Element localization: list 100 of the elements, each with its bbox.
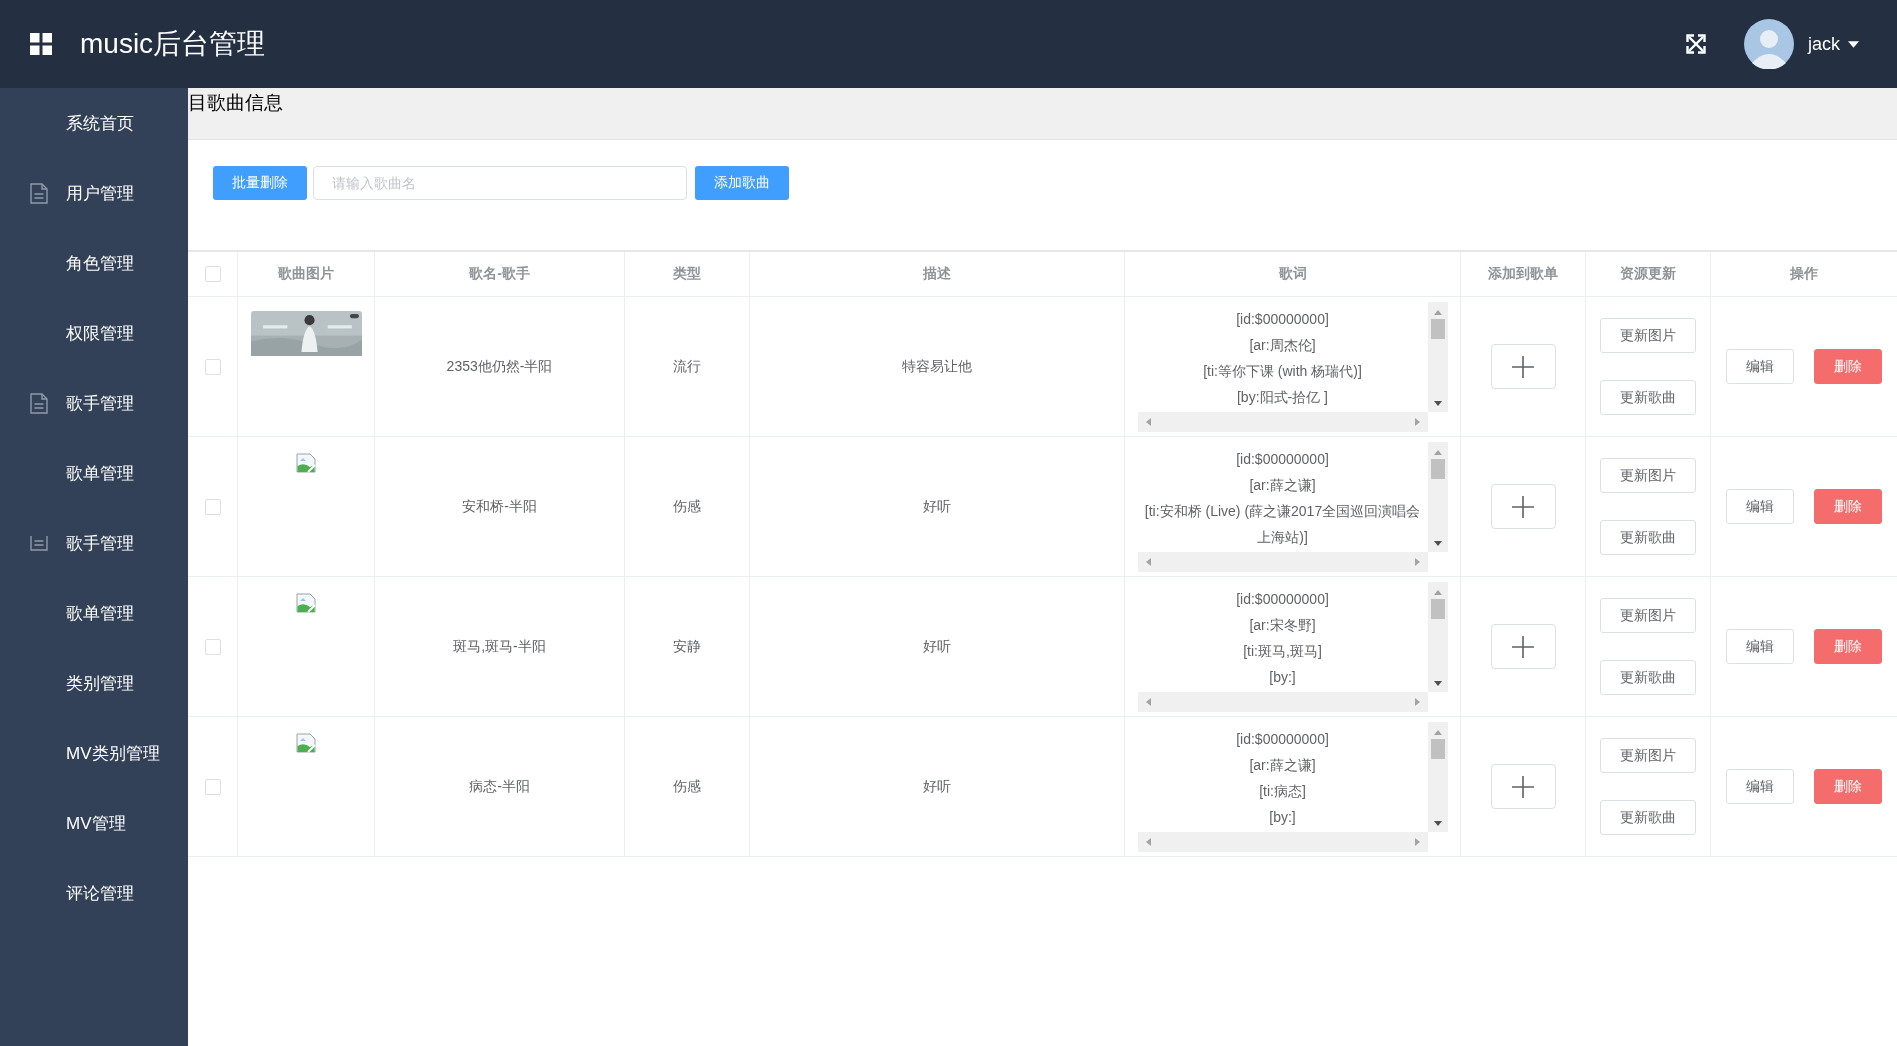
- scroll-thumb[interactable]: [1430, 318, 1445, 339]
- lyrics-line: [ti:等你下课 (with 杨瑞代)]: [1202, 361, 1363, 381]
- plus-icon: [1512, 635, 1534, 658]
- lyrics-line: [ar:薛之谦]: [1248, 755, 1317, 775]
- app-title: music后台管理: [80, 27, 266, 61]
- fullscreen-icon[interactable]: [1686, 34, 1706, 54]
- table-cell: 伤感: [673, 497, 701, 516]
- table-cell: 好听: [923, 777, 951, 796]
- add-to-playlist-button[interactable]: [1490, 484, 1556, 529]
- column-header: 歌词: [1278, 265, 1307, 283]
- vertical-scrollbar[interactable]: [1427, 441, 1448, 552]
- edit-button[interactable]: 编辑: [1726, 629, 1794, 664]
- column-header: 添加到歌单: [1488, 265, 1558, 283]
- row-checkbox[interactable]: [204, 358, 221, 375]
- sidebar-item[interactable]: 歌手管理: [0, 508, 188, 578]
- vertical-scrollbar[interactable]: [1427, 301, 1448, 412]
- table-cell: 好听: [923, 637, 951, 656]
- scroll-left-icon[interactable]: [1145, 697, 1151, 706]
- edit-button[interactable]: 编辑: [1726, 769, 1794, 804]
- scroll-right-icon[interactable]: [1414, 837, 1420, 846]
- plus-icon: [1512, 495, 1534, 518]
- list-icon: [30, 535, 48, 551]
- update-button[interactable]: 更新图片: [1600, 738, 1696, 773]
- document-icon: [30, 392, 48, 414]
- add-to-playlist-button[interactable]: [1490, 344, 1556, 389]
- lyrics-line: [ar:薛之谦]: [1248, 475, 1317, 495]
- table-cell: 伤感: [673, 777, 701, 796]
- scroll-left-icon[interactable]: [1145, 417, 1151, 426]
- sidebar-item[interactable]: 权限管理: [0, 298, 188, 368]
- add-to-playlist-button[interactable]: [1490, 764, 1556, 809]
- table-cell: 好听: [923, 497, 951, 516]
- scroll-down-icon[interactable]: [1433, 540, 1442, 546]
- broken-image-icon: [296, 733, 316, 753]
- scroll-right-icon[interactable]: [1414, 557, 1420, 566]
- lyrics-line: [ti:病态]: [1258, 781, 1307, 801]
- breadcrumb: 目歌曲信息: [188, 91, 283, 115]
- row-checkbox[interactable]: [204, 498, 221, 515]
- horizontal-scrollbar[interactable]: [1137, 551, 1428, 572]
- vertical-scrollbar[interactable]: [1427, 581, 1448, 692]
- lyrics-line: [ti:安和桥 (Live) (薛之谦2017全国巡回演唱会上海站)]: [1143, 501, 1422, 547]
- sidebar-item[interactable]: 类别管理: [0, 648, 188, 718]
- sidebar-item[interactable]: 评论管理: [0, 858, 188, 928]
- scroll-thumb[interactable]: [1430, 598, 1445, 619]
- scroll-down-icon[interactable]: [1433, 820, 1442, 826]
- search-field[interactable]: 请输入歌曲名: [313, 166, 687, 200]
- update-button[interactable]: 更新歌曲: [1600, 660, 1696, 695]
- column-header: 操作: [1790, 265, 1818, 283]
- table-cell: 斑马,斑马-半阳: [453, 637, 546, 656]
- horizontal-scrollbar[interactable]: [1137, 691, 1428, 712]
- sidebar-item[interactable]: 用户管理: [0, 158, 188, 228]
- table-cell: 安静: [673, 637, 701, 656]
- sidebar-item[interactable]: MV管理: [0, 788, 188, 858]
- row-checkbox[interactable]: [204, 638, 221, 655]
- scroll-down-icon[interactable]: [1433, 680, 1442, 686]
- row-checkbox[interactable]: [204, 778, 221, 795]
- lyrics-line: [ar:宋冬野]: [1248, 615, 1317, 635]
- scroll-left-icon[interactable]: [1145, 837, 1151, 846]
- table-cell: 2353他仍然-半阳: [446, 357, 553, 376]
- sidebar-item[interactable]: 歌单管理: [0, 438, 188, 508]
- sidebar-item[interactable]: 歌单管理: [0, 578, 188, 648]
- horizontal-scrollbar[interactable]: [1137, 411, 1428, 432]
- sidebar-item[interactable]: 歌手管理: [0, 368, 188, 438]
- scroll-up-icon[interactable]: [1433, 589, 1442, 595]
- lyrics-line: [id:$00000000]: [1235, 589, 1330, 609]
- horizontal-scrollbar[interactable]: [1137, 831, 1428, 852]
- user-menu[interactable]: jack: [1804, 33, 1867, 55]
- lyrics-line: [by:]: [1268, 807, 1297, 827]
- document-icon: [30, 182, 48, 204]
- scroll-right-icon[interactable]: [1414, 417, 1420, 426]
- sidebar-item[interactable]: MV类别管理: [0, 718, 188, 788]
- vertical-scrollbar[interactable]: [1427, 721, 1448, 832]
- grid-icon[interactable]: [30, 33, 52, 55]
- scroll-thumb[interactable]: [1430, 738, 1445, 759]
- update-button[interactable]: 更新图片: [1600, 318, 1696, 353]
- update-button[interactable]: 更新歌曲: [1600, 380, 1696, 415]
- edit-button[interactable]: 编辑: [1726, 349, 1794, 384]
- scroll-left-icon[interactable]: [1145, 557, 1151, 566]
- scroll-right-icon[interactable]: [1414, 697, 1420, 706]
- sidebar-item[interactable]: 系统首页: [0, 88, 188, 158]
- scroll-up-icon[interactable]: [1433, 309, 1442, 315]
- plus-icon: [1512, 355, 1534, 378]
- sidebar-item[interactable]: 角色管理: [0, 228, 188, 298]
- column-header: 描述: [923, 265, 951, 283]
- table-cell: 流行: [673, 357, 701, 376]
- add-to-playlist-button[interactable]: [1490, 624, 1556, 669]
- edit-button[interactable]: 编辑: [1726, 489, 1794, 524]
- scroll-thumb[interactable]: [1430, 458, 1445, 479]
- lyrics-line: [id:$00000000]: [1235, 729, 1330, 749]
- scroll-down-icon[interactable]: [1433, 400, 1442, 406]
- select-all-checkbox[interactable]: [204, 266, 221, 282]
- scroll-up-icon[interactable]: [1433, 729, 1442, 735]
- table-cell: 安和桥-半阳: [462, 497, 537, 516]
- update-button[interactable]: 更新歌曲: [1600, 800, 1696, 835]
- update-button[interactable]: 更新图片: [1600, 458, 1696, 493]
- avatar-icon[interactable]: [1744, 19, 1794, 69]
- update-button[interactable]: 更新歌曲: [1600, 520, 1696, 555]
- update-button[interactable]: 更新图片: [1600, 598, 1696, 633]
- scroll-up-icon[interactable]: [1433, 449, 1442, 455]
- lyrics-line: [ar:周杰伦]: [1248, 335, 1317, 355]
- table-cell: 病态-半阳: [469, 777, 530, 796]
